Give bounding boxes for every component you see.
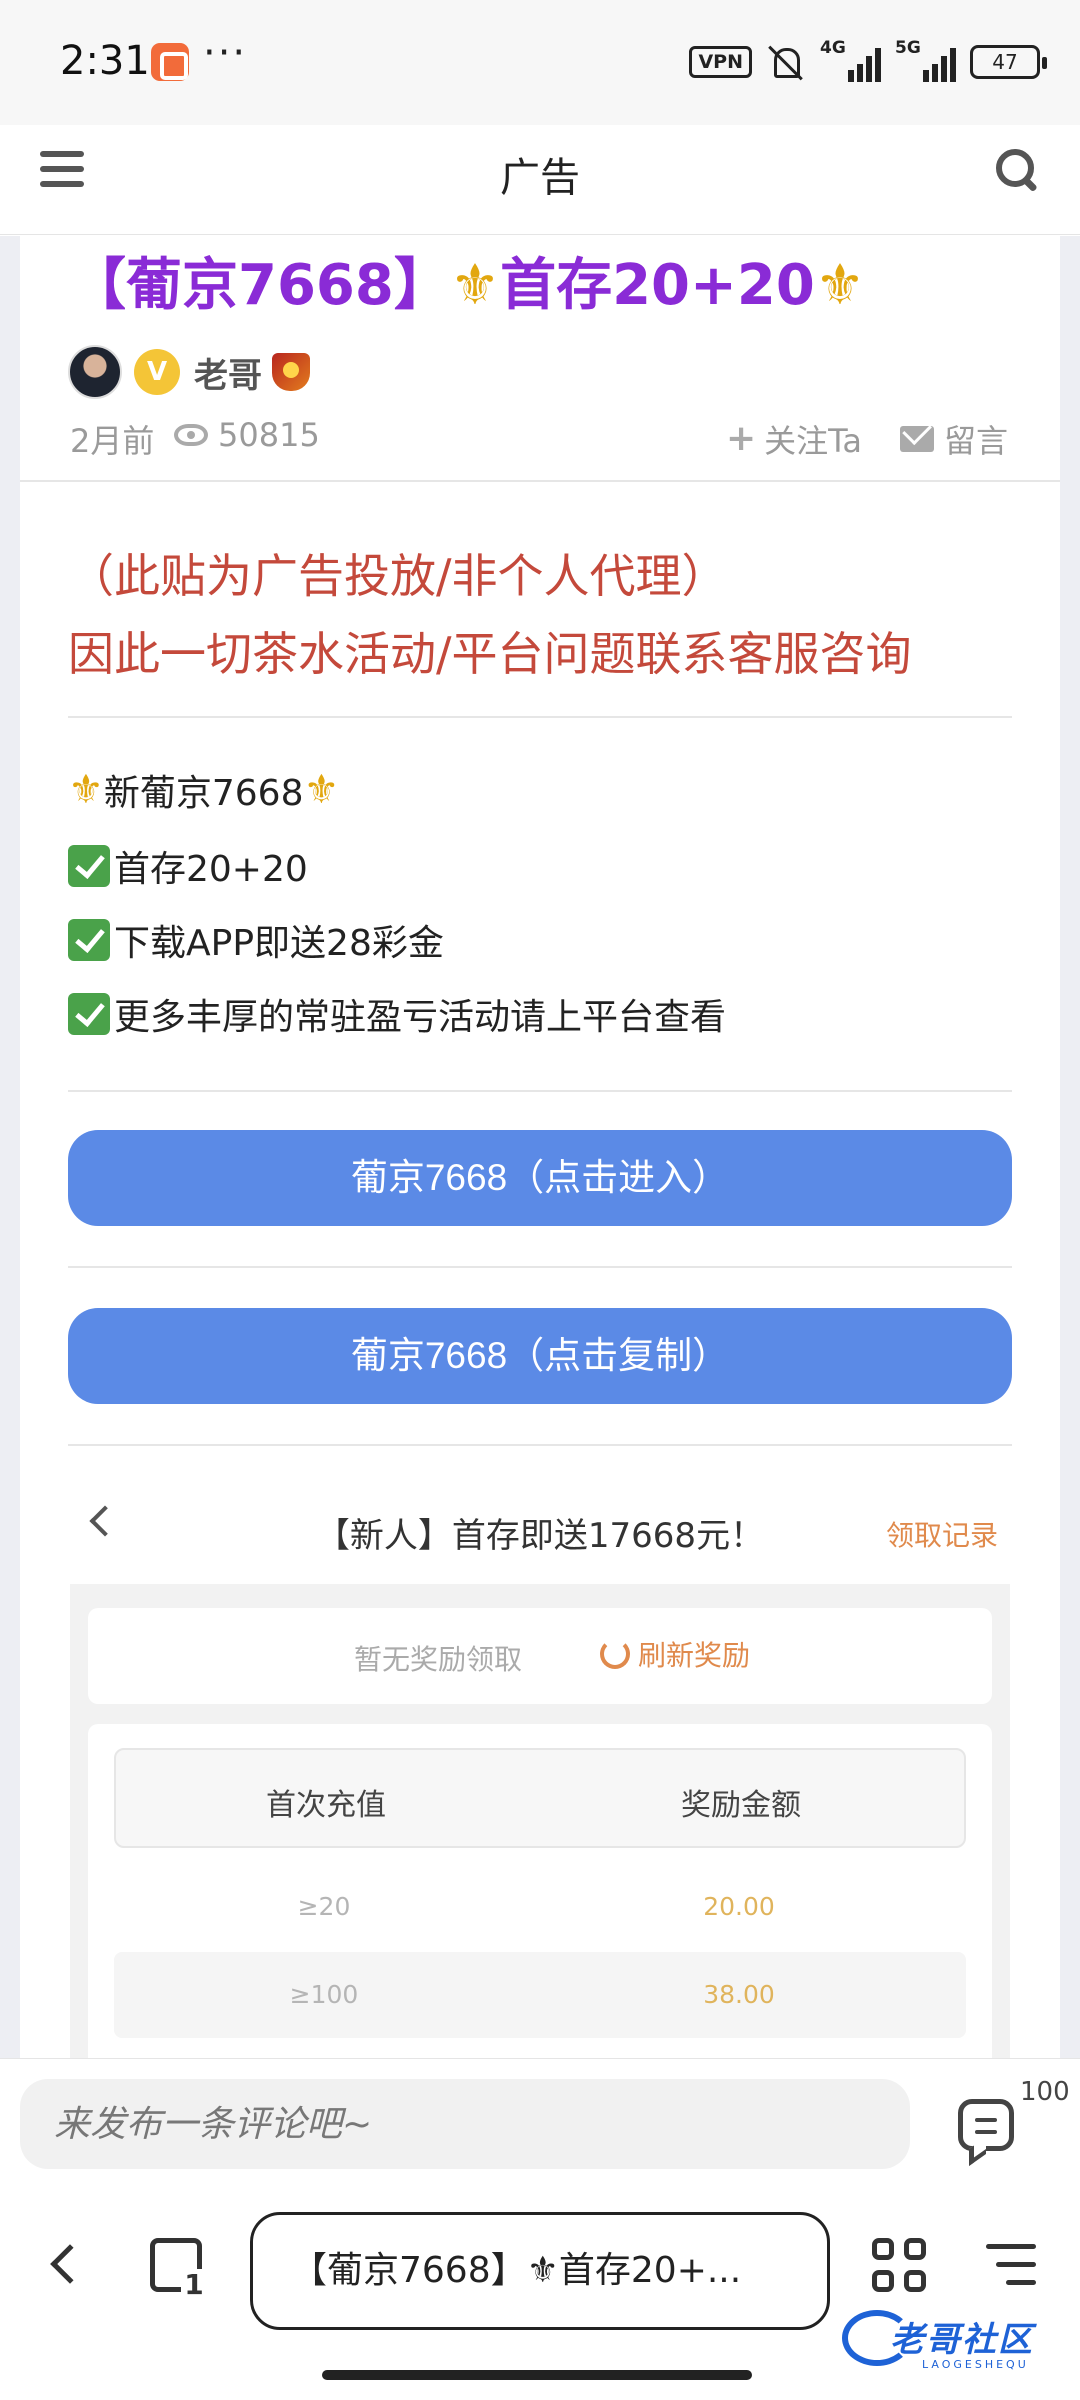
- watermark-logo: 老哥社区 LAOGESHEQU: [842, 2306, 1072, 2376]
- refresh-label: 刷新奖励: [638, 1639, 751, 1672]
- follow-button[interactable]: + 关注Ta: [726, 416, 862, 462]
- rank-emblem-icon: [272, 353, 310, 391]
- menu-list-icon[interactable]: [986, 2240, 1036, 2290]
- check-mark-icon: [68, 845, 110, 887]
- mail-icon: [900, 426, 934, 452]
- table-row: ≥20 20.00: [114, 1864, 966, 1950]
- column-header: 奖励金额: [681, 1788, 801, 1823]
- feature-text: 首存20+20: [114, 849, 308, 890]
- home-indicator[interactable]: [322, 2370, 752, 2380]
- more-notifications-icon: ···: [203, 30, 248, 76]
- watermark-subtext: LAOGESHEQU: [922, 2358, 1029, 2371]
- search-icon[interactable]: [994, 147, 1040, 193]
- comment-count: 100: [1020, 2077, 1070, 2107]
- address-bar[interactable]: 【葡京7668】⚜首存20+...: [250, 2212, 830, 2330]
- feature-text: 下载APP即送28彩金: [114, 923, 444, 964]
- enter-button[interactable]: 葡京7668（点击进入）: [68, 1130, 1012, 1226]
- reward-table-header: 首次充值 奖励金额: [114, 1748, 966, 1848]
- message-button[interactable]: 留言: [900, 416, 1008, 462]
- promo-record-link: 领取记录: [885, 1519, 998, 1552]
- follow-label: 关注Ta: [764, 422, 863, 460]
- status-bar: 2:31 ··· VPN 4G 5G 47: [0, 0, 1080, 125]
- comment-input[interactable]: [20, 2079, 910, 2169]
- promo-body: 暂无奖励领取 刷新奖励 首次充值 奖励金额 ≥20 20.00 ≥100 38.…: [70, 1584, 1010, 2060]
- no-reward-text: 暂无奖励领取: [354, 1643, 523, 1676]
- post-date: 2月前: [70, 422, 155, 460]
- comment-bar: 100: [0, 2058, 1080, 2176]
- browser-toolbar: 1 【葡京7668】⚜首存20+... 老哥社区 LAOGESHEQU: [0, 2176, 1080, 2400]
- signal-4g-icon: 4G: [820, 38, 881, 82]
- verified-badge-icon: V: [134, 349, 180, 395]
- page-title: 广告: [500, 155, 580, 201]
- vpn-icon: VPN: [689, 46, 752, 78]
- signal-5g-label: 5G: [895, 38, 921, 58]
- plus-icon: +: [726, 418, 757, 459]
- tabs-icon[interactable]: 1: [150, 2238, 207, 2301]
- divider: [68, 1090, 1012, 1092]
- refresh-icon: [600, 1639, 630, 1669]
- promo-title: 【新人】首存即送17668元！: [315, 1516, 765, 1556]
- table-cell: ≥20: [297, 1892, 351, 1921]
- author-name[interactable]: 老哥: [194, 348, 262, 397]
- fleur-de-lis-icon: ⚜: [303, 767, 340, 813]
- divider: [20, 480, 1060, 482]
- table-cell: ≥100: [289, 1980, 359, 2009]
- reward-table: 首次充值 奖励金额 ≥20 20.00 ≥100 38.00: [88, 1724, 992, 2060]
- promo-header: 【新人】首存即送17668元！ 领取记录: [68, 1480, 1012, 1580]
- comment-icon[interactable]: [958, 2099, 1014, 2151]
- avatar[interactable]: [68, 345, 122, 399]
- check-mark-icon: [68, 993, 110, 1035]
- feature-item: 更多丰厚的常驻盈亏活动请上平台查看: [68, 988, 726, 1040]
- table-row: ≥100 38.00: [114, 1952, 966, 2038]
- eye-icon: [174, 424, 208, 446]
- tab-count: 1: [181, 2269, 207, 2301]
- notice-line-2: 因此一切茶水活动/平台问题联系客服咨询: [68, 627, 912, 681]
- message-label: 留言: [944, 422, 1009, 460]
- fleur-de-lis-icon: ⚜: [449, 253, 501, 318]
- author-row[interactable]: V 老哥: [68, 344, 310, 400]
- fleur-de-lis-icon: ⚜: [68, 767, 104, 813]
- app-header: 广告: [0, 125, 1080, 235]
- refresh-reward: 刷新奖励: [600, 1634, 750, 1674]
- back-icon[interactable]: [50, 2244, 90, 2284]
- feature-item: 首存20+20: [68, 840, 308, 892]
- post-title: 【葡京7668】⚜首存20+20⚜: [70, 240, 865, 321]
- signal-5g-icon: 5G: [895, 38, 956, 82]
- divider: [68, 1444, 1012, 1446]
- divider: [68, 1266, 1012, 1268]
- view-count-value: 50815: [218, 416, 320, 454]
- status-icons: VPN 4G 5G 47: [689, 38, 1047, 84]
- notification-app-icon: [151, 43, 189, 81]
- feature-text: 更多丰厚的常驻盈亏活动请上平台查看: [114, 997, 727, 1038]
- watermark-text: 老哥社区: [890, 2320, 1034, 2360]
- battery-icon: 47: [970, 45, 1047, 79]
- promo-image: 【新人】首存即送17668元！ 领取记录 暂无奖励领取 刷新奖励 首次充值 奖励…: [68, 1480, 1012, 2060]
- feature-item: ⚜ 新葡京7668 ⚜: [68, 764, 339, 816]
- view-count: 50815: [174, 416, 320, 454]
- post-title-offer: 首存20+20: [500, 253, 815, 318]
- fleur-de-lis-icon: ⚜: [814, 253, 866, 318]
- post-meta: 2月前 50815 + 关注Ta 留言: [70, 410, 1012, 460]
- mute-icon: [766, 42, 806, 82]
- apps-grid-icon[interactable]: [872, 2238, 928, 2294]
- feature-text: 新葡京7668: [103, 773, 304, 814]
- signal-4g-label: 4G: [820, 38, 846, 58]
- post-title-brand: 【葡京7668】: [70, 253, 450, 318]
- status-time: 2:31: [60, 38, 150, 84]
- check-mark-icon: [68, 919, 110, 961]
- feature-item: 下载APP即送28彩金: [68, 914, 444, 966]
- divider: [68, 716, 1012, 718]
- copy-button[interactable]: 葡京7668（点击复制）: [68, 1308, 1012, 1404]
- table-cell: 38.00: [703, 1980, 775, 2009]
- notice-line-1: （此贴为广告投放/非个人代理）: [68, 549, 728, 603]
- table-cell: 20.00: [703, 1892, 775, 1921]
- reward-status-box: 暂无奖励领取 刷新奖励: [88, 1608, 992, 1704]
- column-header: 首次充值: [266, 1788, 386, 1823]
